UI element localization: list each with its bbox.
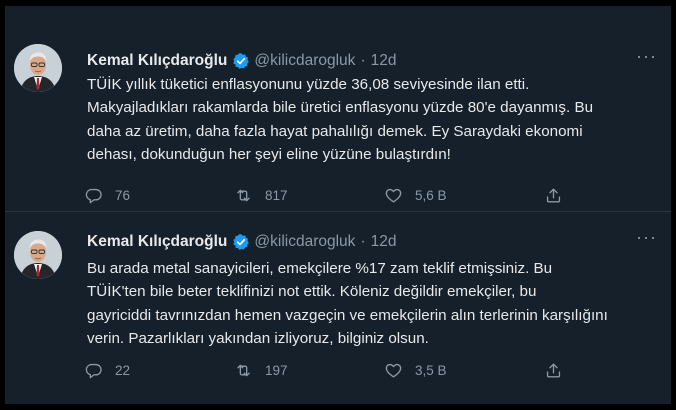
timeline: Kemal Kılıçdaroğlu @kilicdarogluk · 12d … (5, 6, 671, 404)
tweet-text-line: Bu arada metal sanayicileri, emekçilere … (87, 260, 553, 277)
retweet-icon (237, 189, 250, 202)
tweet[interactable]: Kemal Kılıçdaroğlu @kilicdarogluk · 12d … (5, 6, 671, 211)
like-count: 3,5 B (415, 363, 447, 378)
tweet-text-line: TÜİK yıllık tüketici enflasyonunu yüzde … (87, 76, 530, 93)
share-icon (546, 188, 561, 203)
tweet-time[interactable]: 12d (371, 52, 397, 70)
reply-button[interactable]: 76 (84, 186, 130, 205)
reply-icon (85, 363, 102, 379)
separator-dot: · (360, 52, 366, 69)
share-button[interactable] (544, 361, 563, 380)
more-options-icon[interactable]: ··· (636, 227, 657, 248)
tweet-text-line: verin. Pazarlıkları yakından izliyoruz, … (87, 330, 429, 348)
retweet-icon (237, 364, 250, 377)
avatar[interactable] (14, 44, 62, 92)
tweet-text-line: daha az üretim, daha fazla hayat pahalıl… (87, 122, 583, 140)
tweet-text-line: dehası, dokunduğun her şeyi eline yüzüne… (87, 146, 451, 164)
reply-count: 76 (115, 188, 131, 203)
tweet-time[interactable]: 12d (371, 233, 397, 251)
reply-button[interactable]: 22 (84, 361, 130, 380)
retweet-button[interactable]: 817 (234, 186, 288, 205)
retweet-count: 197 (265, 363, 288, 378)
tweet-header: Kemal Kılıçdaroğlu @kilicdarogluk · 12d (87, 50, 396, 72)
verified-badge-icon (233, 53, 250, 69)
author-name[interactable]: Kemal Kılıçdaroğlu (87, 233, 227, 251)
share-icon (546, 363, 561, 378)
reply-count: 22 (115, 363, 131, 378)
author-handle[interactable]: @kilicdarogluk (254, 233, 355, 251)
like-button[interactable]: 3,5 B (384, 361, 447, 380)
share-button[interactable] (544, 186, 563, 205)
tweet[interactable]: Kemal Kılıçdaroğlu @kilicdarogluk · 12d … (5, 211, 671, 401)
like-icon (385, 188, 402, 203)
separator-dot: · (360, 233, 366, 250)
tweet-text-line: Makyajladıkları rakamlarda bile üretici … (87, 99, 594, 117)
verified-badge-icon (233, 234, 250, 250)
tweet-text: Bu arada metal sanayicileri, emekçilere … (87, 257, 662, 351)
tweet-text: TÜİK yıllık tüketici enflasyonunu yüzde … (87, 73, 662, 167)
tweet-text-line: TÜİK'ten bile beter teklifinizi not etti… (87, 283, 537, 301)
more-options-icon[interactable]: ··· (636, 46, 657, 67)
avatar[interactable] (14, 231, 62, 279)
like-button[interactable]: 5,6 B (384, 186, 447, 205)
tweet-header: Kemal Kılıçdaroğlu @kilicdarogluk · 12d (87, 231, 396, 253)
retweet-count: 817 (265, 188, 288, 203)
like-count: 5,6 B (415, 188, 447, 203)
reply-icon (85, 188, 102, 204)
retweet-button[interactable]: 197 (234, 361, 288, 380)
tweet-actions: 76 817 5,6 B (84, 186, 644, 210)
tweet-text-line: gayriciddi tavrınızdan hemen vazgeçin ve… (87, 306, 608, 324)
author-name[interactable]: Kemal Kılıçdaroğlu (87, 52, 227, 70)
tweet-actions: 22 197 3,5 B (84, 361, 644, 385)
like-icon (385, 363, 402, 378)
author-handle[interactable]: @kilicdarogluk (254, 52, 355, 70)
